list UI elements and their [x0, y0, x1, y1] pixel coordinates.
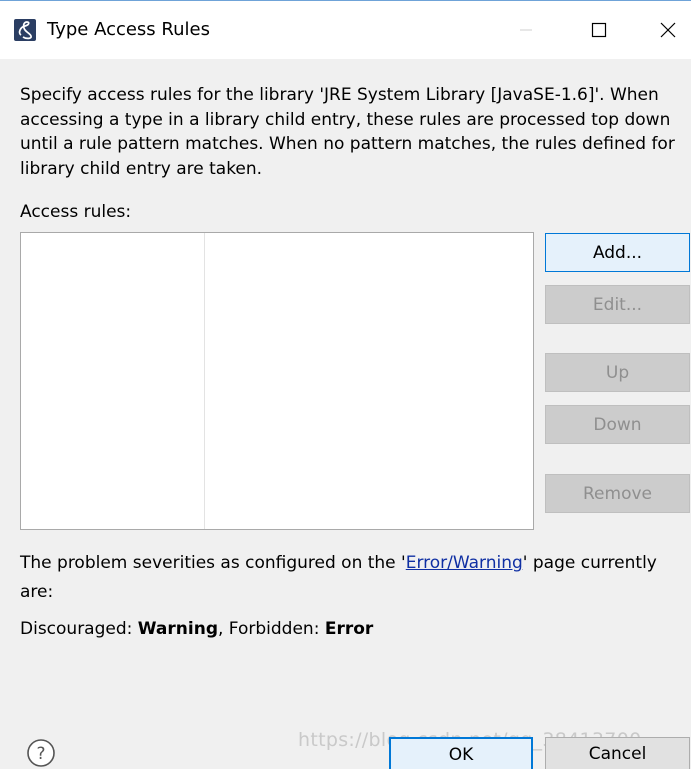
edit-button[interactable]: Edit... [545, 285, 690, 324]
access-rules-label: Access rules: [20, 202, 132, 222]
separator: , [217, 619, 229, 639]
maximize-icon [591, 22, 607, 38]
access-rules-table[interactable] [20, 232, 534, 530]
eclipse-type-icon [14, 19, 36, 41]
error-warning-link[interactable]: Error/Warning [406, 553, 523, 573]
discouraged-value: Warning [137, 619, 218, 639]
close-icon [660, 22, 676, 38]
forbidden-label: Forbidden: [228, 619, 325, 639]
svg-text:?: ? [36, 744, 45, 764]
severity-values: Discouraged: Warning, Forbidden: Error [20, 616, 373, 642]
severity-prefix: The problem severities as configured on … [20, 553, 406, 573]
column-divider[interactable] [204, 233, 205, 529]
title-bar: Type Access Rules [0, 1, 691, 59]
discouraged-label: Discouraged: [20, 619, 138, 639]
add-button[interactable]: Add... [545, 233, 690, 272]
minimize-icon [520, 29, 532, 31]
ok-button[interactable]: OK [389, 737, 533, 769]
help-button[interactable]: ? [26, 738, 56, 768]
window-title: Type Access Rules [47, 19, 210, 40]
maximize-button[interactable] [576, 1, 622, 59]
cancel-button[interactable]: Cancel [545, 737, 690, 769]
minimize-button[interactable] [503, 1, 549, 59]
help-icon: ? [27, 739, 55, 767]
remove-button[interactable]: Remove [545, 474, 690, 513]
severity-text: The problem severities as configured on … [20, 549, 680, 607]
forbidden-value: Error [324, 619, 374, 639]
up-button[interactable]: Up [545, 353, 690, 392]
description-text: Specify access rules for the library 'JR… [20, 85, 675, 179]
down-button[interactable]: Down [545, 405, 690, 444]
close-button[interactable] [645, 1, 691, 59]
type-access-rules-dialog: Type Access Rules Specify access rules f… [0, 0, 691, 769]
